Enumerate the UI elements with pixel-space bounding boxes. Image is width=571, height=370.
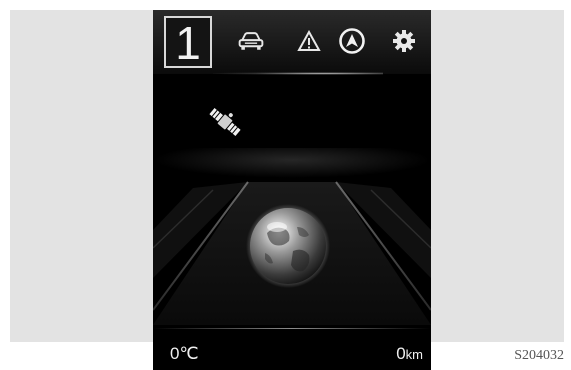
car-icon[interactable] (237, 28, 265, 54)
trip-distance: 0km (396, 344, 423, 364)
warning-triangle-icon[interactable] (295, 28, 323, 54)
figure-id: S204032 (514, 348, 564, 363)
navigation-arrow-icon[interactable] (338, 28, 366, 54)
distance-value: 0 (396, 344, 406, 363)
status-divider (153, 328, 431, 329)
satellite-icon (205, 102, 245, 142)
settings-gear-icon[interactable] (390, 28, 418, 54)
outside-temperature: 0℃ (170, 344, 199, 363)
selection-highlight (213, 72, 383, 75)
cluster-screen: 1 0℃ 0km (153, 10, 431, 370)
page-number: 1 (175, 17, 201, 69)
globe-icon (245, 203, 331, 289)
top-menu-bar: 1 (153, 10, 431, 74)
distance-unit: km (405, 347, 423, 362)
page-number-box[interactable]: 1 (164, 16, 212, 68)
